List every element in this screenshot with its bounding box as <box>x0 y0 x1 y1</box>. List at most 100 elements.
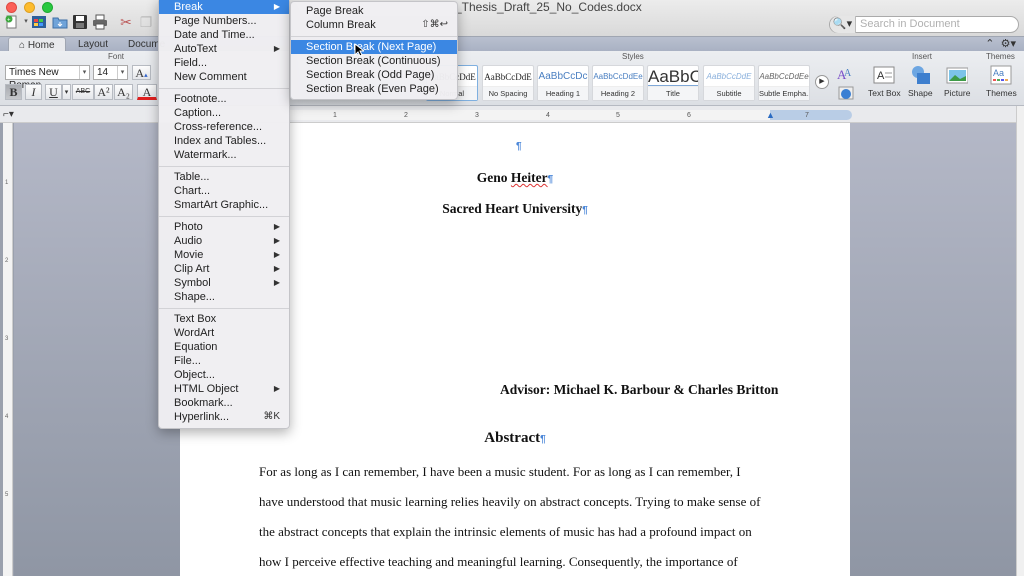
svg-text:+: + <box>7 18 11 24</box>
menu-item-watermark[interactable]: Watermark... <box>159 148 289 162</box>
underline-button[interactable]: U <box>45 84 62 100</box>
text-effects-button[interactable]: AA <box>836 65 856 85</box>
menu-item-cross-reference[interactable]: Cross-reference... <box>159 120 289 134</box>
font-group-label: Font <box>108 52 125 61</box>
styles-scroll-right-icon[interactable]: ▶ <box>815 75 829 89</box>
shape-styles-icon[interactable] <box>838 86 854 102</box>
menu-item-hyperlink[interactable]: Hyperlink... ⌘K <box>159 410 289 424</box>
vertical-ruler[interactable]: 1 2 3 4 5 <box>3 123 13 576</box>
submenu-arrow-icon: ▶ <box>273 44 280 53</box>
horizontal-ruler[interactable]: 1 2 3 4 5 6 7 ▲ <box>290 110 852 120</box>
menu-item-section-break-continuous[interactable]: Section Break (Continuous) <box>291 54 457 68</box>
menu-item-text-box[interactable]: Text Box <box>159 312 289 326</box>
minimize-window-button[interactable] <box>24 2 35 13</box>
menu-item-page-numbers[interactable]: Page Numbers... <box>159 14 289 28</box>
tab-stop-selector-icon[interactable]: ⌐▾ <box>3 109 14 120</box>
gear-icon[interactable]: ⚙▾ <box>1001 38 1016 50</box>
document-title: _Thesis_Draft_25_No_Codes.docx <box>455 0 642 14</box>
menu-item-audio[interactable]: Audio ▶ <box>159 234 289 248</box>
collapse-ribbon-icon[interactable]: ⌃ <box>985 38 994 50</box>
menu-item-table[interactable]: Table... <box>159 170 289 184</box>
search-icon[interactable]: 🔍▾ <box>830 16 856 33</box>
menu-item-smartart-graphic[interactable]: SmartArt Graphic... <box>159 198 289 212</box>
themes-button[interactable]: Aa Themes <box>986 65 1017 98</box>
home-icon: ⌂ <box>19 40 26 51</box>
menu-item-section-break-odd-page[interactable]: Section Break (Odd Page) <box>291 68 457 82</box>
title-bar: _Thesis_Draft_25_No_Codes.docx + ▾ ✂ ❐ 🔍… <box>0 0 1024 36</box>
subscript-button[interactable]: A₂ <box>114 84 133 100</box>
ruler-bar: ⌐▾ 1 2 3 4 5 6 7 ▲ <box>0 106 1024 123</box>
menu-item-page-break[interactable]: Page Break <box>291 4 457 18</box>
menu-item-chart[interactable]: Chart... <box>159 184 289 198</box>
shape-button[interactable]: Shape <box>908 65 933 98</box>
menu-item-photo[interactable]: Photo ▶ <box>159 220 289 234</box>
menu-item-section-break-next-page[interactable]: Section Break (Next Page) <box>291 40 457 54</box>
tab-layout[interactable]: Layout <box>68 37 118 52</box>
tab-home[interactable]: ⌂ Home <box>8 37 66 52</box>
menu-item-column-break[interactable]: Column Break ⇧⌘↩ <box>291 18 457 32</box>
templates-icon[interactable] <box>31 14 47 30</box>
submenu-arrow-icon: ▶ <box>273 2 280 11</box>
menu-item-clip-art[interactable]: Clip Art ▶ <box>159 262 289 276</box>
submenu-arrow-icon: ▶ <box>273 250 280 259</box>
body-line: have understood that music learning reli… <box>259 494 761 509</box>
font-color-button[interactable]: A <box>137 84 157 100</box>
style-title[interactable]: AaBbC Title <box>647 65 699 101</box>
menu-item-section-break-even-page[interactable]: Section Break (Even Page) <box>291 82 457 96</box>
menu-item-bookmark[interactable]: Bookmark... <box>159 396 289 410</box>
print-icon[interactable] <box>92 14 108 30</box>
menu-item-index-and-tables[interactable]: Index and Tables... <box>159 134 289 148</box>
italic-button[interactable]: I <box>25 84 42 100</box>
menu-item-autotext[interactable]: AutoText ▶ <box>159 42 289 56</box>
search-field[interactable]: 🔍▾ Search in Document <box>829 16 1019 33</box>
zoom-window-button[interactable] <box>42 2 53 13</box>
text-box-button[interactable]: A Text Box <box>868 65 901 98</box>
menu-item-field[interactable]: Field... <box>159 56 289 70</box>
submenu-arrow-icon: ▶ <box>273 264 280 273</box>
grow-font-button[interactable]: A▴ <box>132 65 151 80</box>
menu-item-caption[interactable]: Caption... <box>159 106 289 120</box>
menu-separator <box>291 36 457 37</box>
style-subtitle[interactable]: AaBbCcDdE Subtitle <box>703 65 755 101</box>
menu-item-object[interactable]: Object... <box>159 368 289 382</box>
submenu-arrow-icon: ▶ <box>273 222 280 231</box>
menu-item-shape[interactable]: Shape... <box>159 290 289 304</box>
style-no-spacing[interactable]: AaBbCcDdE No Spacing <box>482 65 534 101</box>
style-heading-1[interactable]: AaBbCcDc Heading 1 <box>537 65 589 101</box>
bold-button[interactable]: B <box>5 84 22 100</box>
font-name-select[interactable]: Times New Roman ▾ <box>5 65 90 91</box>
close-window-button[interactable] <box>6 2 17 13</box>
cut-icon[interactable]: ✂ <box>118 14 134 30</box>
shortcut-label: ⌘K <box>263 411 280 422</box>
svg-text:A: A <box>877 70 885 82</box>
style-subtle-emphasis[interactable]: AaBbCcDdEe Subtle Empha... <box>758 65 810 101</box>
menu-item-date-and-time[interactable]: Date and Time... <box>159 28 289 42</box>
underline-dropdown-icon[interactable]: ▾ <box>62 84 71 100</box>
picture-button[interactable]: Picture <box>944 65 970 98</box>
menu-item-equation[interactable]: Equation <box>159 340 289 354</box>
copy-icon[interactable]: ❐ <box>138 14 154 30</box>
strikethrough-button[interactable]: ABC <box>72 84 94 100</box>
vertical-scrollbar[interactable] <box>1016 106 1024 576</box>
menu-item-html-object[interactable]: HTML Object ▶ <box>159 382 289 396</box>
open-folder-icon[interactable] <box>52 14 68 30</box>
font-size-select[interactable]: 14 ▾ <box>93 65 128 80</box>
menu-item-footnote[interactable]: Footnote... <box>159 92 289 106</box>
menu-item-break[interactable]: Break ▶ <box>159 0 289 14</box>
menu-item-wordart[interactable]: WordArt <box>159 326 289 340</box>
right-indent-marker[interactable]: ▲ <box>766 110 775 120</box>
superscript-button[interactable]: A² <box>94 84 113 100</box>
menu-separator <box>159 216 289 217</box>
right-margin-area <box>770 110 852 120</box>
ribbon-controls: ⌃ ⚙▾ <box>985 37 1016 52</box>
save-icon[interactable] <box>72 14 88 30</box>
style-heading-2[interactable]: AaBbCcDdEe Heading 2 <box>592 65 644 101</box>
menu-item-symbol[interactable]: Symbol ▶ <box>159 276 289 290</box>
menu-item-file[interactable]: File... <box>159 354 289 368</box>
menu-item-new-comment[interactable]: New Comment <box>159 70 289 84</box>
chevron-down-icon: ▾ <box>79 66 89 79</box>
submenu-arrow-icon: ▶ <box>273 384 280 393</box>
menu-separator <box>159 308 289 309</box>
menu-item-movie[interactable]: Movie ▶ <box>159 248 289 262</box>
svg-text:A: A <box>844 68 852 79</box>
